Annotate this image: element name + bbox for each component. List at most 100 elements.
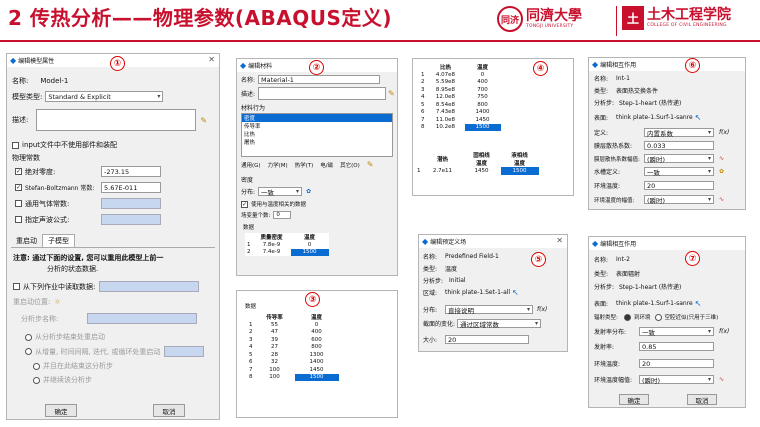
name-label: 名称: — [594, 76, 609, 83]
sound-checkbox[interactable] — [15, 216, 22, 223]
abs-zero-label: 绝对零度: — [25, 167, 56, 176]
amplitude-icon[interactable]: ∿ — [719, 376, 724, 383]
description-field[interactable] — [258, 87, 387, 100]
ambient-temp-field[interactable]: 20 — [639, 359, 714, 368]
field-icon[interactable]: ✿ — [306, 188, 311, 195]
ambient-amplitude-label: 环境温度幅值: — [594, 377, 633, 384]
increment-field — [164, 346, 205, 357]
distribution-label: 分布: — [423, 307, 438, 314]
edit-model-attributes-dialog: ◆ 编辑模型属性 ✕ ① 名称: Model-1 模型类型: Standard & E… — [6, 53, 220, 420]
radio-continue-step[interactable] — [33, 376, 40, 384]
step-value: Step-1-heart (热传递) — [619, 100, 682, 107]
cancel-button[interactable]: 取消 — [687, 394, 717, 405]
name-label: 名称: — [12, 77, 29, 85]
table-row: 5 28 1300 — [249, 351, 324, 358]
radio-to-ambient[interactable] — [624, 313, 631, 321]
close-icon[interactable]: ✕ — [556, 236, 563, 245]
close-icon[interactable]: ✕ — [208, 55, 215, 64]
film-amplitude-select[interactable]: (瞬时) — [644, 154, 714, 164]
type-label: 类型: — [423, 266, 438, 273]
table-row: 8 100 1500 — [247, 373, 339, 381]
edit-surface-icon[interactable]: ↖ — [695, 113, 702, 122]
behavior-item[interactable]: 屠热 — [242, 138, 392, 146]
menu-electric[interactable]: 电/磁 — [320, 161, 333, 169]
gas-constant-checkbox[interactable] — [15, 200, 22, 207]
edit-pencil-icon[interactable]: ✎ — [200, 116, 207, 125]
material-name-field[interactable]: Material-1 — [258, 75, 381, 84]
read-job-checkbox[interactable] — [13, 283, 20, 290]
temp-dependent-checkbox[interactable]: ✓ — [241, 200, 248, 208]
menu-thermal[interactable]: 热学(T) — [295, 161, 314, 169]
menu-mechanical[interactable]: 力学(M) — [268, 161, 288, 169]
dialog-titlebar: ◆ 编辑相互作用 — [589, 237, 745, 250]
sb-checkbox[interactable]: ✓ — [15, 184, 22, 191]
sink-definition-select[interactable]: 一致 — [644, 167, 714, 177]
radio-cavity[interactable] — [654, 313, 662, 321]
table-row: 2 47 400 — [249, 329, 322, 336]
description-label: 描述: — [12, 116, 29, 124]
distribution-select[interactable]: 一致 — [258, 187, 303, 197]
film-coefficient-field[interactable]: 0.033 — [644, 141, 714, 150]
ambient-amplitude-select[interactable]: (瞬时) — [639, 375, 714, 385]
edit-interaction-radiation-dialog: ◆ 编辑相互作用 ⑦ 名称: Int-2 类型: 表面辐射 分析步: Step-1-h… — [588, 236, 746, 408]
field-vars-spinner[interactable]: 0 — [273, 211, 292, 219]
behavior-item[interactable]: 比热 — [242, 130, 392, 138]
emissivity-distribution-select[interactable]: 一致 — [639, 327, 714, 337]
description-field[interactable] — [36, 109, 197, 131]
table-row: 6 32 1400 — [249, 359, 324, 366]
university-name: 同濟大學 — [526, 7, 582, 24]
tab-restart[interactable]: 重启动 — [11, 235, 42, 247]
distribution-select[interactable]: 直接说明 — [445, 305, 533, 315]
section-variation-select[interactable]: 通过区域常数 — [457, 319, 541, 329]
abs-zero-checkbox[interactable]: ✓ — [15, 168, 22, 175]
behavior-item[interactable]: 密度 — [242, 114, 392, 122]
section-variation-label: 截面的变化: — [423, 321, 456, 328]
sink-temp-field[interactable]: 20 — [644, 181, 714, 190]
model-type-select[interactable]: Standard & Explicit — [45, 91, 164, 102]
input-file-checkbox[interactable] — [12, 141, 19, 149]
sink-amplitude-select[interactable]: (瞬时) — [644, 195, 714, 205]
density-heading: 密度 — [241, 177, 254, 184]
emissivity-distribution-label: 发射率分布: — [594, 329, 627, 336]
function-icon[interactable]: f(x) — [719, 129, 729, 136]
behavior-item[interactable]: 传导率 — [242, 122, 392, 130]
field-vars-label: 场变量个数: — [241, 213, 271, 219]
field-icon[interactable]: ✿ — [719, 168, 724, 175]
radio-restart-increment[interactable] — [25, 348, 32, 355]
table-row: 3 8.95e8 700 — [421, 86, 488, 93]
field-type: 温度 — [445, 266, 458, 273]
table-row: 6 7.43e8 1400 — [421, 109, 490, 116]
column-header: 比热 — [439, 65, 451, 71]
ok-button[interactable]: 确定 — [619, 394, 649, 405]
function-icon[interactable]: f(x) — [537, 306, 547, 313]
tab-submodel[interactable]: 子模型 — [42, 234, 75, 247]
abs-zero-field[interactable]: -273.15 — [101, 166, 161, 177]
amplitude-icon[interactable]: ∿ — [719, 196, 724, 203]
dialog-title: 编辑相互作用 — [600, 241, 637, 248]
magnitude-field[interactable]: 20 — [445, 335, 529, 344]
menu-other[interactable]: 其它(O) — [340, 161, 360, 169]
step-name-label: 分析步名称: — [21, 314, 59, 323]
region-value: think plate-1.Set-1-all — [445, 289, 511, 296]
radio-end-step[interactable] — [33, 362, 40, 370]
edit-pencil-icon[interactable]: ✎ — [388, 89, 395, 98]
radio-restart-end[interactable] — [25, 333, 32, 341]
data-label: 数据 — [245, 304, 257, 310]
emissivity-field[interactable]: 0.85 — [639, 342, 714, 351]
app-icon: ◆ — [422, 237, 429, 246]
edit-icon[interactable]: ✎ — [367, 160, 374, 169]
app-icon: ◆ — [240, 61, 247, 70]
sb-field[interactable]: 5.67E-011 — [101, 182, 161, 193]
function-icon[interactable]: f(x) — [719, 328, 729, 335]
edit-region-icon[interactable]: ↖ — [512, 288, 519, 297]
ok-button[interactable]: 确定 — [45, 404, 77, 417]
edit-surface-icon[interactable]: ↖ — [695, 299, 702, 308]
menu-general[interactable]: 通用(G) — [241, 161, 261, 169]
dialog-title: 编辑相互作用 — [600, 62, 637, 69]
amplitude-icon[interactable]: ∿ — [719, 155, 724, 162]
ambient-temp-label: 环境温度: — [594, 361, 621, 368]
cancel-button[interactable]: 取消 — [153, 404, 185, 417]
definition-select[interactable]: 内置系数 — [644, 128, 714, 138]
app-icon: ◆ — [10, 56, 17, 65]
column-header: 传导率 — [266, 315, 283, 321]
